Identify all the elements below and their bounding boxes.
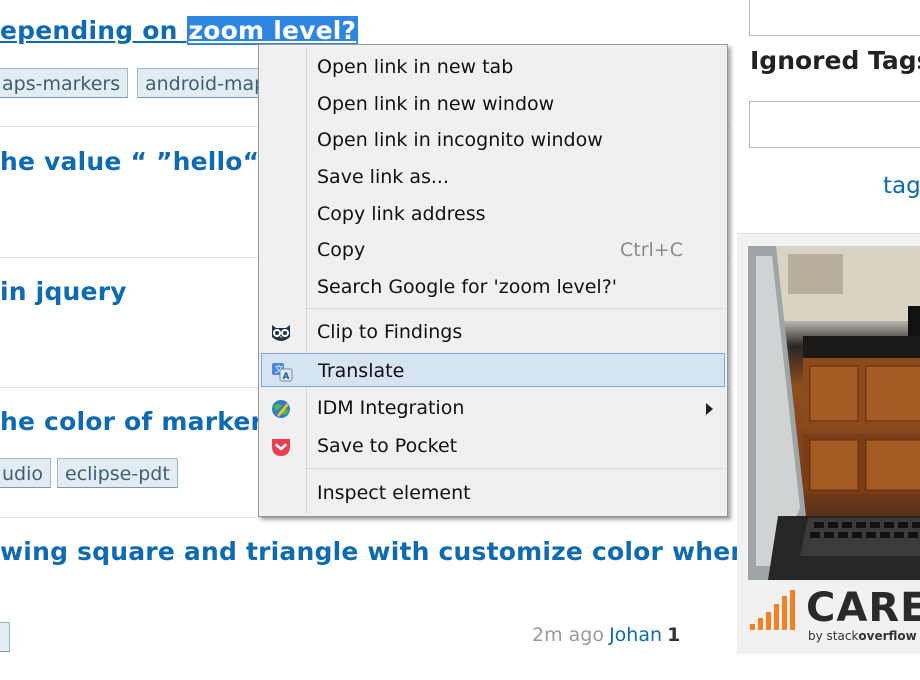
menu-item-label: Inspect element [317, 482, 471, 504]
ignored-tags-heading: Ignored Tags [750, 46, 920, 75]
menu-item-translate[interactable]: 文 A Translate [261, 353, 725, 387]
tag-link[interactable]: tag [883, 173, 920, 199]
tag-chip[interactable] [0, 622, 10, 652]
question-title-5[interactable]: wing square and triangle with customize … [0, 537, 748, 566]
svg-text:A: A [283, 372, 290, 382]
menu-item-label: Search Google for 'zoom level?' [317, 276, 618, 298]
menu-item-label: Translate [318, 360, 405, 382]
menu-item-copy[interactable]: Copy Ctrl+C [261, 233, 725, 267]
tag-chip[interactable]: android-map [137, 68, 275, 98]
menu-item-label: Save to Pocket [317, 435, 458, 457]
menu-item-idm-integration[interactable]: IDM Integration [261, 391, 725, 425]
menu-item-label: Open link in new tab [317, 56, 514, 78]
menu-item-label: Clip to Findings [317, 321, 463, 343]
menu-item-label: Open link in incognito window [317, 129, 603, 151]
context-menu: Open link in new tab Open link in new wi… [258, 44, 728, 517]
user-reputation: 1 [667, 624, 681, 646]
menu-item-copy-link-address[interactable]: Copy link address [261, 197, 725, 231]
menu-separator [307, 308, 723, 309]
ad-byline-prefix: by stack [808, 629, 859, 643]
question-title-2[interactable]: he value “ ”hello“ [0, 147, 259, 176]
question-title-text[interactable]: epending on [0, 16, 187, 45]
idm-globe-icon [272, 400, 290, 418]
ad-image[interactable] [748, 246, 920, 580]
ad-brand-word: CARE [806, 585, 920, 631]
pocket-icon [272, 439, 290, 456]
tag-chip[interactable]: eclipse-pdt [57, 458, 178, 488]
menu-item-label: Copy link address [317, 203, 486, 225]
ad-byline: by stackoverflow [808, 629, 917, 643]
menu-item-label: IDM Integration [317, 397, 465, 419]
selected-text[interactable]: zoom level? [186, 16, 359, 45]
row-divider [0, 517, 730, 518]
menu-item-open-new-tab[interactable]: Open link in new tab [261, 50, 725, 84]
question-title-4[interactable]: he color of markers [0, 407, 278, 436]
menu-item-open-new-window[interactable]: Open link in new window [261, 87, 725, 121]
menu-item-open-incognito[interactable]: Open link in incognito window [261, 123, 725, 157]
question-title-3[interactable]: in jquery [0, 277, 127, 306]
menu-item-search-google[interactable]: Search Google for 'zoom level?' [261, 270, 725, 304]
menu-item-save-to-pocket[interactable]: Save to Pocket [261, 429, 725, 463]
menu-separator [307, 468, 723, 469]
menu-item-shortcut: Ctrl+C [620, 239, 683, 261]
tag-chip[interactable]: aps-markers [0, 68, 129, 98]
submenu-arrow-icon [706, 403, 713, 415]
menu-item-label: Open link in new window [317, 93, 555, 115]
menu-item-label: Save link as... [317, 166, 449, 188]
question-meta: 2m ago Johan 1 [532, 624, 680, 646]
menu-item-inspect-element[interactable]: Inspect element [261, 476, 725, 510]
tag-chip[interactable]: udio [0, 458, 52, 488]
ignored-tags-input[interactable] [749, 101, 920, 148]
favorite-tags-input[interactable] [749, 0, 920, 36]
menu-item-label: Copy [317, 239, 366, 261]
laptop-photo [748, 246, 920, 580]
ad-byline-bold: overflow [858, 629, 917, 643]
user-link[interactable]: Johan [609, 624, 662, 646]
translate-icon: 文 A [272, 363, 293, 382]
post-time: 2m ago [532, 624, 604, 646]
menu-item-clip-to-findings[interactable]: Clip to Findings [261, 315, 725, 349]
owl-icon [272, 325, 290, 341]
question-title-1[interactable]: epending on zoom level? [0, 16, 359, 45]
menu-item-save-link-as[interactable]: Save link as... [261, 160, 725, 194]
